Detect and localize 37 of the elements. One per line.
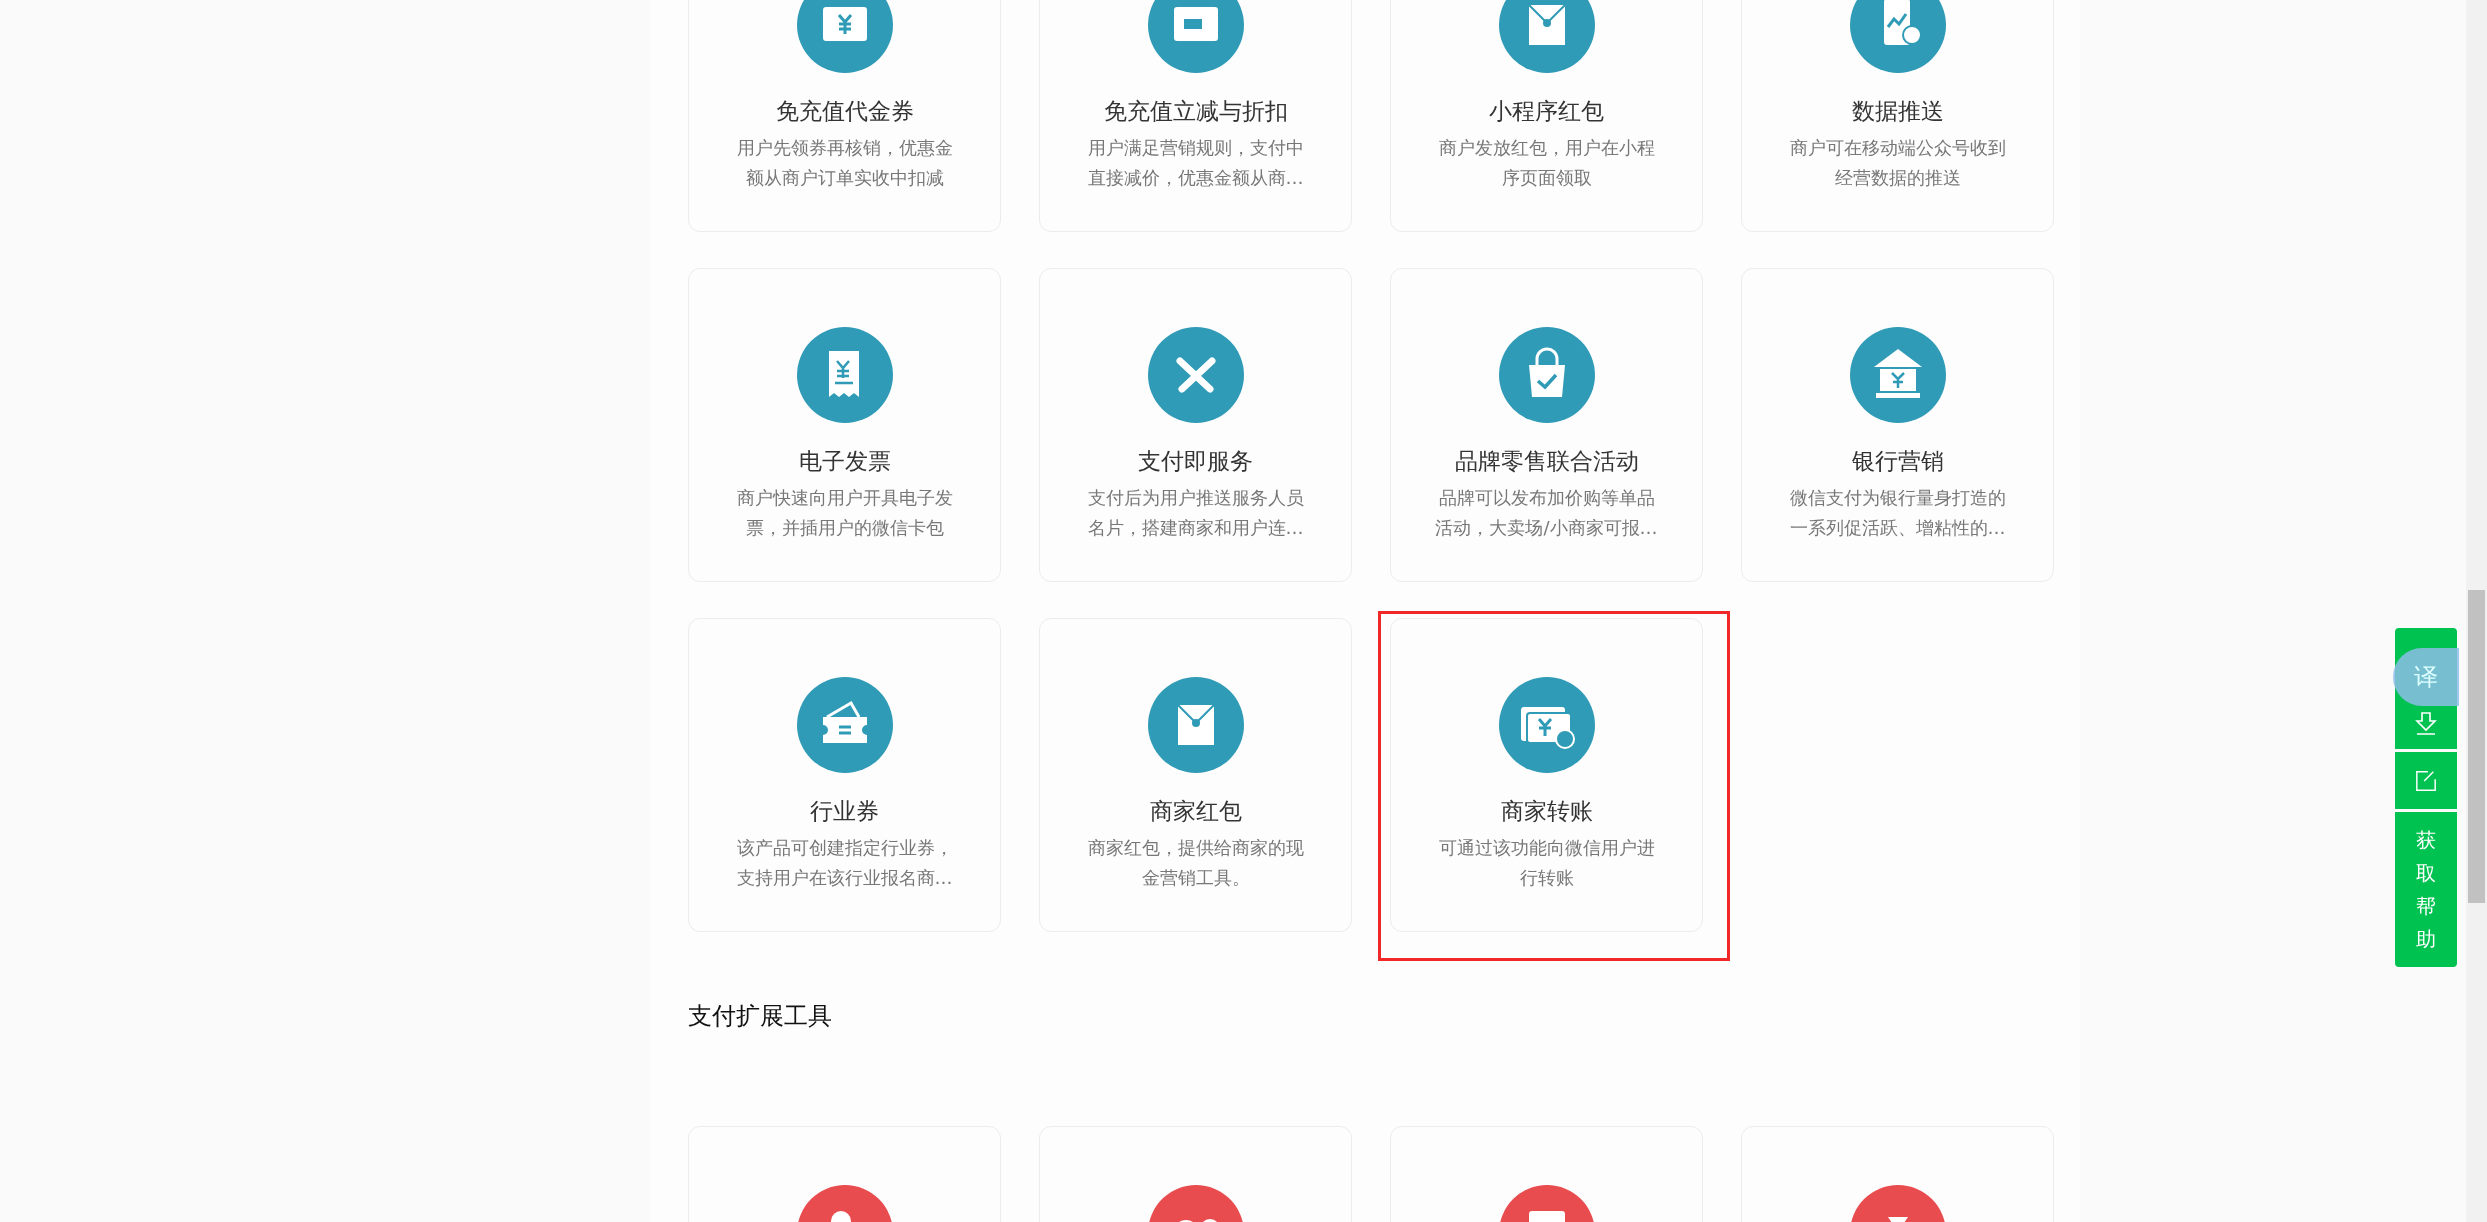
product-card[interactable]: 商家红包 商家红包，提供给商家的现金营销工具。 [1039, 618, 1352, 932]
card-description: 微信支付为银行量身打造的一系列促活跃、增粘性的… [1788, 486, 2007, 540]
card-title: 电子发票 [798, 447, 891, 476]
card-description: 商家红包，提供给商家的现金营销工具。 [1086, 836, 1305, 890]
product-card[interactable]: 小程序红包 商户发放红包，用户在小程序页面领取 [1390, 0, 1703, 232]
card-title: 免充值立减与折扣 [1103, 97, 1288, 126]
card-title: 数据推送 [1851, 97, 1944, 126]
product-card[interactable]: 商家转账 可通过该功能向微信用户进行转账 [1390, 618, 1703, 932]
card-description: 支付后为用户推送服务人员名片，搭建商家和用户连… [1086, 486, 1305, 540]
card-title: 行业券 [810, 797, 879, 826]
feedback-button[interactable] [2395, 752, 2457, 809]
card-title: 商家转账 [1500, 797, 1593, 826]
product-card[interactable]: 银行营销 微信支付为银行量身打造的一系列促活跃、增粘性的… [1741, 268, 2054, 582]
card-description: 用户先领券再核销，优惠金额从商户订单实收中扣减 [735, 136, 954, 190]
card-title: 支付即服务 [1138, 447, 1253, 476]
product-card[interactable]: 免充值立减与折扣 用户满足营销规则，支付中直接减价，优惠金额从商… [1039, 0, 1352, 232]
card-title: 商家红包 [1149, 797, 1242, 826]
product-card[interactable]: 免充值代金券 用户先领券再核销，优惠金额从商户订单实收中扣减 [688, 0, 1001, 232]
card-description: 商户可在移动端公众号收到经营数据的推送 [1788, 136, 2007, 190]
card-description: 商户发放红包，用户在小程序页面领取 [1437, 136, 1656, 190]
card-description: 品牌可以发布加价购等单品活动，大卖场/小商家可报… [1434, 486, 1659, 540]
product-card[interactable]: 品牌零售联合活动 品牌可以发布加价购等单品活动，大卖场/小商家可报… [1390, 268, 1703, 582]
product-card[interactable]: 行业券 该产品可创建指定行业券，支持用户在该行业报名商… [688, 618, 1001, 932]
card-title: 小程序红包 [1489, 97, 1604, 126]
card-description: 商户快速向用户开具电子发票，并插用户的微信卡包 [735, 486, 954, 540]
card-description: 用户满足营销规则，支付中直接减价，优惠金额从商… [1086, 136, 1305, 190]
edit-icon [2415, 769, 2437, 792]
card-description: 该产品可创建指定行业券，支持用户在该行业报名商… [735, 836, 954, 890]
card-title: 银行营销 [1851, 447, 1944, 476]
scrollbar-thumb[interactable] [2468, 590, 2485, 903]
product-card[interactable]: 支付即服务 支付后为用户推送服务人员名片，搭建商家和用户连… [1039, 268, 1352, 582]
card-title: 品牌零售联合活动 [1454, 447, 1639, 476]
product-card[interactable]: 数据推送 商户可在移动端公众号收到经营数据的推送 [1741, 0, 2054, 232]
card-description: 可通过该功能向微信用户进行转账 [1437, 836, 1656, 890]
section-title: 支付扩展工具 [688, 1001, 833, 1032]
card-title: 免充值代金券 [775, 97, 914, 126]
product-card[interactable]: 电子发票 商户快速向用户开具电子发票，并插用户的微信卡包 [688, 268, 1001, 582]
